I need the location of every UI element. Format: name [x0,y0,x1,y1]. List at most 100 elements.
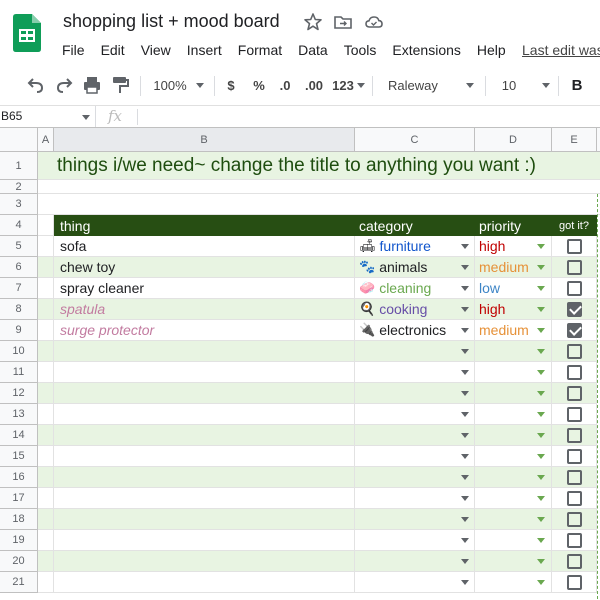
got-it-checkbox[interactable] [567,344,582,359]
priority-dropdown-icon[interactable] [537,496,545,501]
cell-a[interactable] [38,572,54,593]
got-it-checkbox[interactable] [567,512,582,527]
category-dropdown-icon[interactable] [461,412,469,417]
priority-dropdown-icon[interactable] [537,454,545,459]
category-dropdown-icon[interactable] [461,286,469,291]
row-header[interactable]: 8 [0,299,38,320]
row-header[interactable]: 12 [0,383,38,404]
thing-cell[interactable] [54,509,355,530]
row-header[interactable]: 1 [0,152,38,180]
row-header[interactable]: 19 [0,530,38,551]
select-all-corner[interactable] [0,128,38,152]
category-cell[interactable]: 🐾 animals [355,257,475,278]
column-header-c[interactable]: C [355,128,475,152]
row-header[interactable]: 17 [0,488,38,509]
redo-icon[interactable] [52,66,76,104]
row-header[interactable]: 15 [0,446,38,467]
thing-cell[interactable] [54,530,355,551]
row-header[interactable]: 9 [0,320,38,341]
cell-a[interactable] [38,551,54,572]
formula-input[interactable] [145,106,595,127]
column-header-e[interactable]: E [552,128,597,152]
decrease-decimal-button[interactable]: .0 [276,66,294,104]
thing-cell[interactable] [54,425,355,446]
got-it-checkbox[interactable] [567,575,582,590]
row-header[interactable]: 16 [0,467,38,488]
menu-data[interactable]: Data [290,40,336,60]
row-header[interactable]: 13 [0,404,38,425]
cloud-status-icon[interactable] [364,12,384,32]
row-header[interactable]: 7 [0,278,38,299]
row-header[interactable]: 21 [0,572,38,593]
cell-a[interactable] [38,362,54,383]
thing-cell[interactable] [54,404,355,425]
thing-cell[interactable] [54,467,355,488]
cell-a[interactable] [38,341,54,362]
category-dropdown-icon[interactable] [461,538,469,543]
got-it-checkbox[interactable] [567,449,582,464]
category-cell[interactable]: 🛋 furniture [355,236,475,257]
cell-a[interactable] [38,320,54,341]
zoom-select[interactable]: 100% [150,66,190,104]
menu-insert[interactable]: Insert [179,40,230,60]
thing-cell[interactable]: spray cleaner [54,278,355,299]
category-cell[interactable] [355,404,475,425]
menu-help[interactable]: Help [469,40,514,60]
last-edit-link[interactable]: Last edit was [522,40,600,60]
thing-cell[interactable] [54,362,355,383]
priority-dropdown-icon[interactable] [537,286,545,291]
thing-cell[interactable] [54,572,355,593]
priority-dropdown-icon[interactable] [537,307,545,312]
header-got-it[interactable]: got it? [552,215,597,236]
header-priority[interactable]: priority [475,215,552,236]
more-formats-button[interactable]: 123 [331,66,355,104]
row-header[interactable]: 6 [0,257,38,278]
cell-a[interactable] [38,467,54,488]
got-it-checkbox[interactable] [567,428,582,443]
currency-format-button[interactable]: $ [222,66,240,104]
category-dropdown-icon[interactable] [461,370,469,375]
cell-a[interactable] [38,383,54,404]
category-dropdown-icon[interactable] [461,349,469,354]
column-header-a[interactable]: A [38,128,54,152]
menu-file[interactable]: File [54,40,93,60]
priority-dropdown-icon[interactable] [537,475,545,480]
menu-format[interactable]: Format [230,40,290,60]
category-dropdown-icon[interactable] [461,559,469,564]
priority-dropdown-icon[interactable] [537,538,545,543]
category-cell[interactable]: 🍳 cooking [355,299,475,320]
row-header[interactable]: 20 [0,551,38,572]
category-dropdown-icon[interactable] [461,475,469,480]
category-dropdown-icon[interactable] [461,391,469,396]
percent-format-button[interactable]: % [250,66,268,104]
category-cell[interactable]: 🔌 electronics [355,320,475,341]
thing-cell[interactable] [54,383,355,404]
row-header[interactable]: 2 [0,180,38,194]
priority-dropdown-icon[interactable] [537,244,545,249]
document-title[interactable]: shopping list + mood board [63,11,280,32]
cell-a[interactable] [38,509,54,530]
header-category[interactable]: category [355,215,475,236]
got-it-checkbox[interactable] [567,386,582,401]
undo-icon[interactable] [24,66,48,104]
spreadsheet-grid[interactable]: A B C D E 1 2 3 4 5 6 7 8 9 10 11 12 13 14 15 16 17 18 19 2… [0,128,600,600]
category-cell[interactable] [355,488,475,509]
priority-dropdown-icon[interactable] [537,433,545,438]
row-header[interactable]: 10 [0,341,38,362]
thing-cell[interactable]: surge protector [54,320,355,341]
thing-cell[interactable] [54,551,355,572]
category-cell[interactable] [355,530,475,551]
category-cell[interactable] [355,425,475,446]
empty-row[interactable] [38,194,600,215]
row-header[interactable]: 3 [0,194,38,215]
row-header[interactable]: 5 [0,236,38,257]
category-dropdown-icon[interactable] [461,580,469,585]
got-it-checkbox[interactable] [567,365,582,380]
increase-decimal-button[interactable]: .00 [302,66,326,104]
thing-cell[interactable]: sofa [54,236,355,257]
got-it-checkbox[interactable] [567,302,582,317]
cell-a[interactable] [38,278,54,299]
cell-a[interactable] [38,257,54,278]
priority-dropdown-icon[interactable] [537,328,545,333]
got-it-checkbox[interactable] [567,239,582,254]
